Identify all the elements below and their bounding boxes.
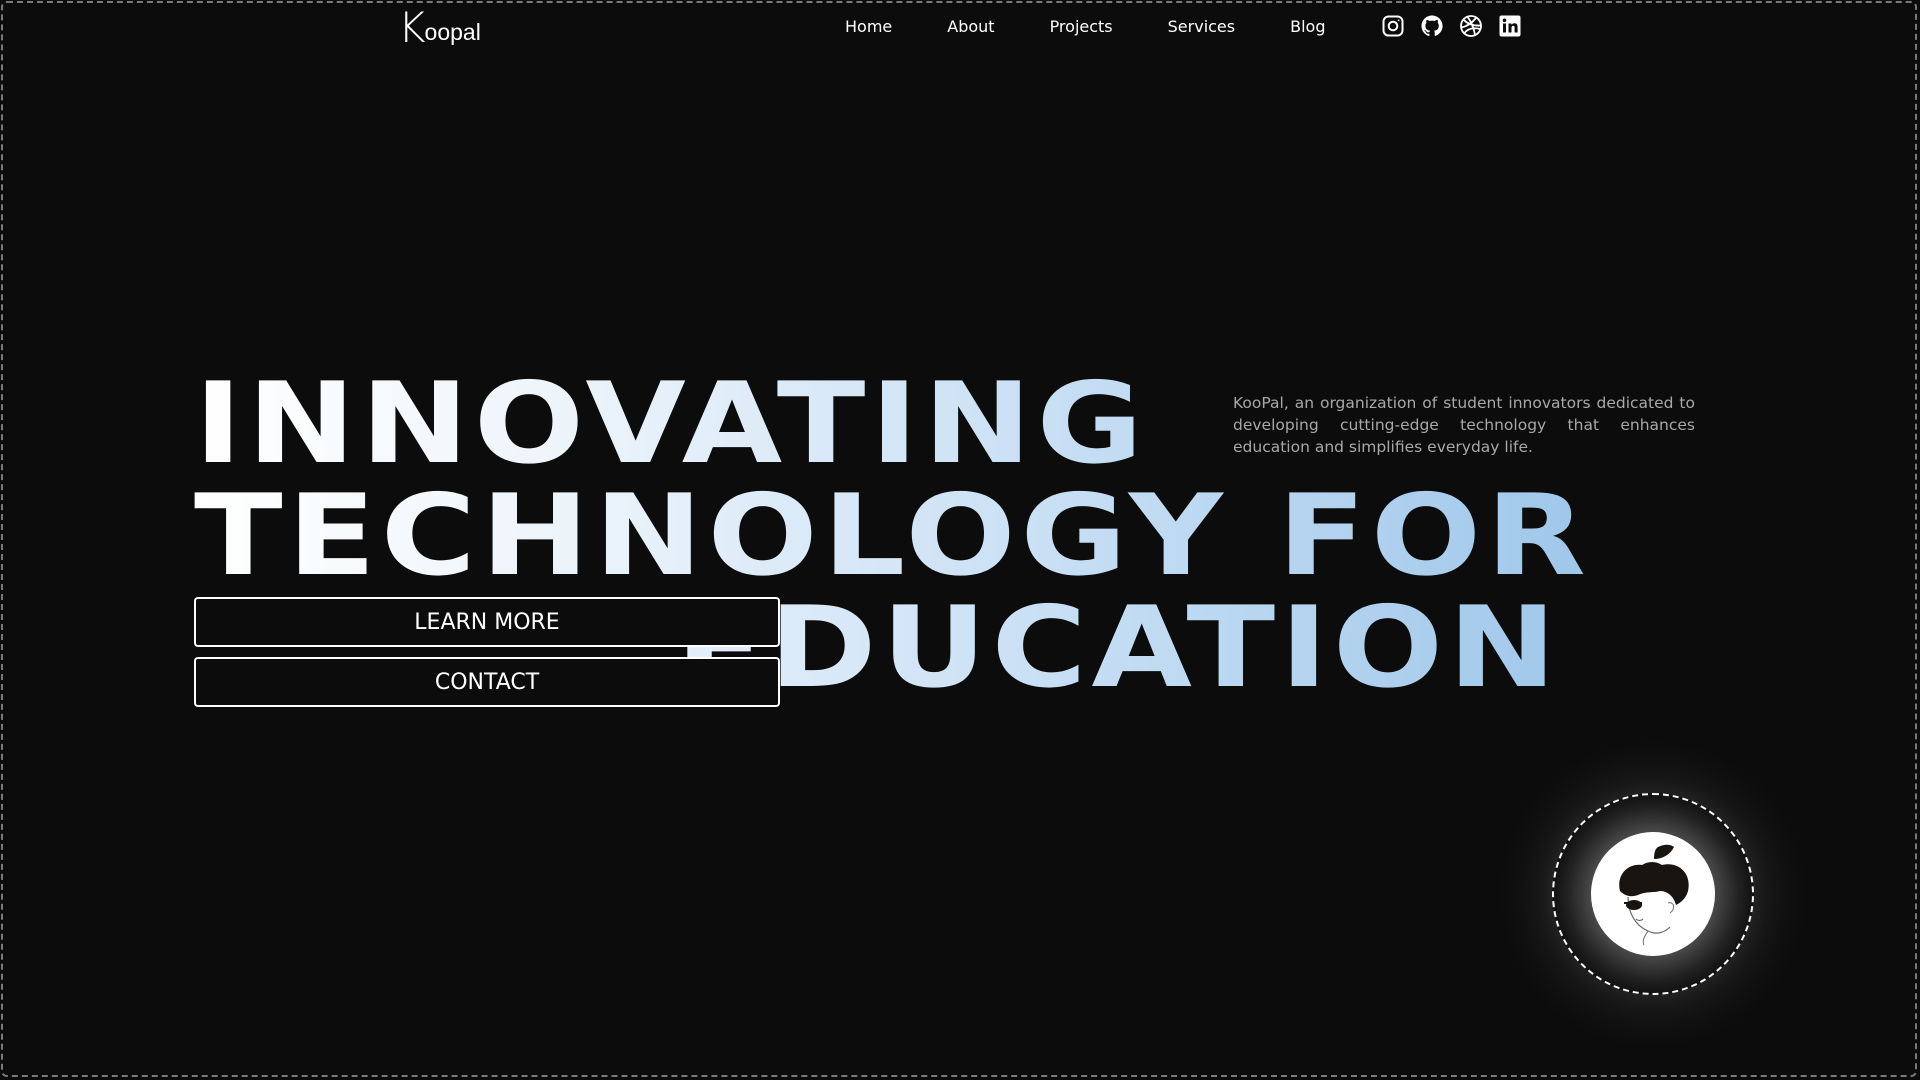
nav-link-about[interactable]: About bbox=[947, 16, 994, 38]
avatar bbox=[1591, 832, 1715, 956]
logo-k: K bbox=[398, 3, 426, 52]
contact-button[interactable]: CONTACT bbox=[194, 657, 780, 707]
nav-link-blog[interactable]: Blog bbox=[1290, 16, 1325, 38]
learn-more-button[interactable]: LEARN MORE bbox=[194, 597, 780, 647]
headline-line-2: TECHNOLOGY FOR bbox=[194, 471, 1591, 601]
hero-description: KooPal, an organization of student innov… bbox=[1233, 394, 1695, 456]
nav-link-projects[interactable]: Projects bbox=[1050, 16, 1113, 38]
social-links bbox=[1381, 14, 1537, 38]
main-nav: Home About Projects Services Blog bbox=[845, 16, 1380, 38]
nav-link-home[interactable]: Home bbox=[845, 16, 892, 38]
linkedin-icon[interactable] bbox=[1498, 14, 1522, 38]
headline-line-3-text: EDUCATION bbox=[675, 583, 1562, 713]
apple-head-avatar-icon bbox=[1619, 844, 1689, 946]
nav-link-services[interactable]: Services bbox=[1168, 16, 1235, 38]
instagram-icon[interactable] bbox=[1381, 14, 1405, 38]
logo[interactable]: K oopal bbox=[398, 3, 481, 52]
avatar-badge[interactable] bbox=[1552, 793, 1754, 995]
logo-text: oopal bbox=[424, 19, 481, 45]
dribbble-icon[interactable] bbox=[1459, 14, 1483, 38]
github-icon[interactable] bbox=[1420, 14, 1444, 38]
